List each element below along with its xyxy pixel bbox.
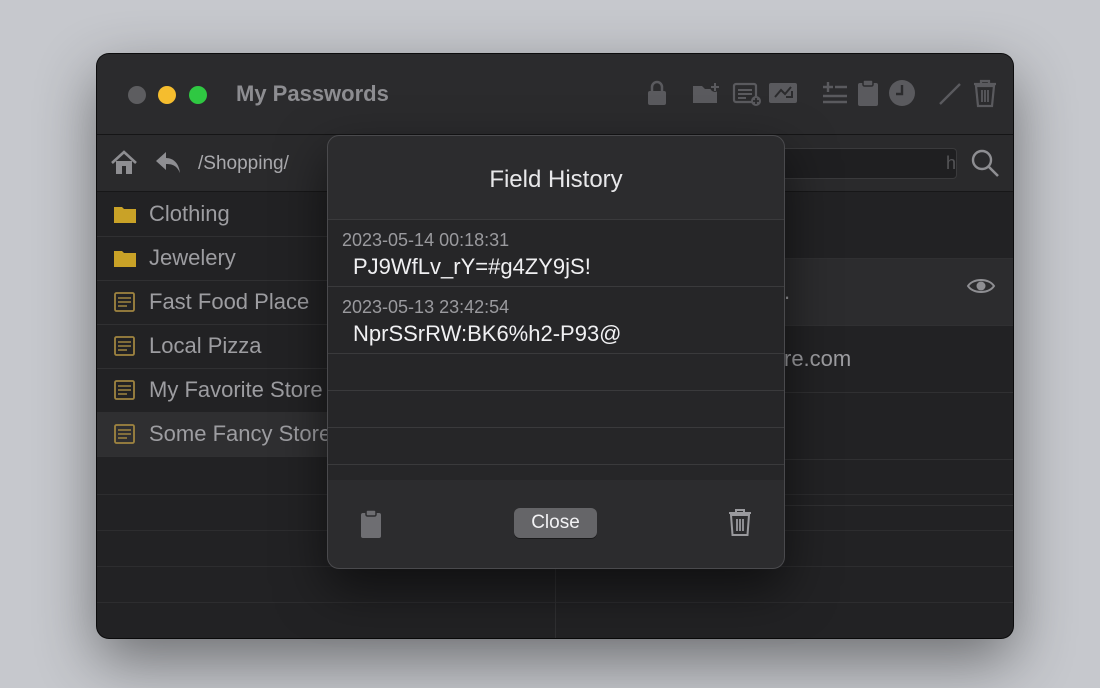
entry-icon bbox=[114, 424, 135, 444]
home-icon[interactable] bbox=[110, 149, 138, 177]
minimize-window-button[interactable] bbox=[158, 86, 176, 104]
folder-icon bbox=[114, 207, 136, 223]
import-icon[interactable] bbox=[768, 78, 798, 108]
list-item-label: Clothing bbox=[149, 201, 230, 226]
history-empty-row bbox=[328, 391, 784, 428]
history-date: 2023-05-14 00:18:31 bbox=[342, 230, 510, 250]
title-bar: My Passwords bbox=[97, 54, 1013, 135]
history-value: NprSSrRW:BK6%h2-P93@ bbox=[353, 321, 622, 346]
search-icon[interactable] bbox=[970, 148, 1000, 178]
dialog-title: Field History bbox=[489, 166, 623, 193]
close-button[interactable]: Close bbox=[514, 508, 597, 538]
zoom-window-button[interactable] bbox=[189, 86, 207, 104]
back-icon[interactable] bbox=[154, 150, 182, 176]
history-empty-row bbox=[328, 428, 784, 465]
search-placeholder: h bbox=[945, 153, 956, 173]
list-item-label: Fast Food Place bbox=[149, 289, 310, 314]
history-list: 2023-05-14 00:18:31 PJ9WfLv_rY=#g4ZY9jS!… bbox=[328, 219, 784, 480]
clipboard-toolbar-icon[interactable] bbox=[853, 78, 883, 108]
history-icon[interactable] bbox=[887, 78, 917, 108]
window-title: My Passwords bbox=[236, 81, 389, 106]
new-folder-icon[interactable] bbox=[691, 78, 721, 108]
eye-icon[interactable] bbox=[966, 275, 996, 297]
add-field-icon[interactable] bbox=[819, 78, 849, 108]
url-text: re.com bbox=[784, 346, 852, 371]
close-window-button[interactable] bbox=[128, 86, 146, 104]
history-value: PJ9WfLv_rY=#g4ZY9jS! bbox=[353, 254, 591, 279]
list-item-label: Jewelery bbox=[149, 245, 236, 270]
list-item-label: Local Pizza bbox=[149, 333, 262, 358]
history-row[interactable]: 2023-05-14 00:18:31 PJ9WfLv_rY=#g4ZY9jS! bbox=[328, 220, 784, 287]
folder-icon bbox=[114, 251, 136, 267]
history-empty-row bbox=[328, 354, 784, 391]
field-history-dialog: Field History 2023-05-14 00:18:31 PJ9WfL… bbox=[327, 135, 785, 569]
delete-toolbar-icon[interactable] bbox=[970, 78, 1000, 108]
clipboard-icon[interactable] bbox=[360, 509, 382, 539]
new-entry-icon[interactable] bbox=[732, 78, 762, 108]
trash-icon[interactable] bbox=[728, 508, 752, 536]
history-date: 2023-05-13 23:42:54 bbox=[342, 297, 510, 317]
current-path: /Shopping/ bbox=[198, 153, 289, 174]
list-item-label: Some Fancy Store bbox=[149, 421, 332, 446]
list-item-label: My Favorite Store bbox=[149, 377, 323, 402]
edit-icon[interactable] bbox=[935, 78, 965, 108]
history-row[interactable]: 2023-05-13 23:42:54 NprSSrRW:BK6%h2-P93@ bbox=[328, 287, 784, 354]
lock-icon[interactable] bbox=[642, 78, 672, 108]
entry-icon bbox=[114, 292, 135, 312]
entry-icon bbox=[114, 336, 135, 356]
entry-icon bbox=[114, 380, 135, 400]
